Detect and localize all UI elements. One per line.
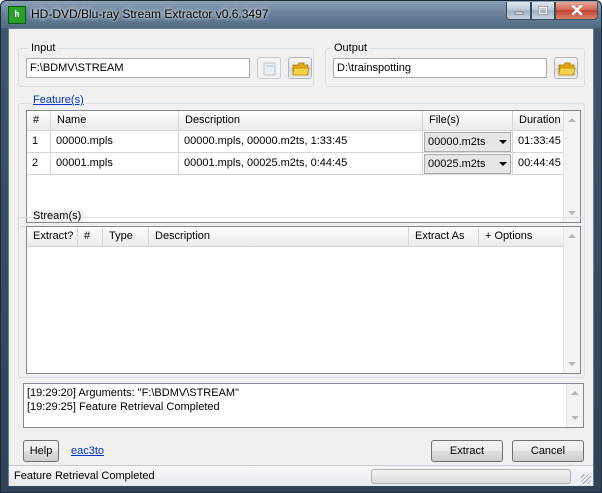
app-window: h HD-DVD/Blu-ray Stream Extractor v0.6.3… <box>0 0 602 493</box>
status-text: Feature Retrieval Completed <box>14 470 155 482</box>
features-link[interactable]: Feature(s) <box>32 94 85 106</box>
scroll-up-icon[interactable] <box>568 118 576 122</box>
column-header-files[interactable]: File(s) <box>423 111 513 131</box>
folder-icon <box>558 62 576 76</box>
column-header-duration[interactable]: Duration <box>513 111 565 131</box>
streams-table: Extract? # Type Description Extract As +… <box>26 226 581 374</box>
log-panel[interactable]: [19:29:20] Arguments: "F:\BDMV\STREAM" [… <box>23 383 584 428</box>
column-header-extract[interactable]: Extract? <box>27 227 78 247</box>
file-select-value: 00000.m2ts <box>428 136 486 148</box>
minimize-icon <box>514 11 523 15</box>
close-icon <box>571 4 582 16</box>
scroll-down-icon[interactable] <box>571 416 579 420</box>
output-path-field[interactable]: D:\trainspotting <box>333 58 547 78</box>
feature-duration: 00:44:45 <box>513 153 565 175</box>
column-header-type[interactable]: Type <box>103 227 149 247</box>
column-header-options[interactable]: + Options <box>479 227 565 247</box>
feature-file-cell: 00000.m2ts <box>423 131 513 153</box>
client-area: Input F:\BDMV\STREAM Output D:\trainspot… <box>8 28 594 486</box>
file-select-value: 00025.m2ts <box>428 158 486 170</box>
disc-drive-icon <box>263 62 276 76</box>
minimize-button[interactable] <box>506 2 531 20</box>
maximize-icon <box>538 6 548 15</box>
progress-bar <box>371 469 571 484</box>
folder-icon <box>292 62 310 76</box>
scroll-up-icon[interactable] <box>571 391 579 395</box>
features-table: # Name Description File(s) Duration 1 00… <box>26 110 581 223</box>
scroll-up-icon[interactable] <box>568 234 576 238</box>
status-bar: Feature Retrieval Completed <box>9 465 593 486</box>
chevron-down-icon <box>499 162 507 166</box>
column-header-number[interactable]: # <box>27 111 51 131</box>
scroll-down-icon[interactable] <box>568 211 576 215</box>
app-icon: h <box>8 6 26 24</box>
feature-duration: 01:33:45 <box>513 131 565 153</box>
close-button[interactable] <box>555 2 598 20</box>
scroll-down-icon[interactable] <box>568 362 576 366</box>
input-folder-button[interactable] <box>288 57 312 79</box>
streams-label: Stream(s) <box>31 210 84 222</box>
column-header-stream-description[interactable]: Description <box>149 227 409 247</box>
feature-name: 00001.mpls <box>51 153 179 175</box>
features-scrollbar[interactable] <box>563 111 580 222</box>
eac3to-link[interactable]: eac3to <box>71 445 104 457</box>
resize-grip-icon[interactable] <box>581 474 591 484</box>
input-path-field[interactable]: F:\BDMV\STREAM <box>26 58 250 78</box>
column-header-description[interactable]: Description <box>179 111 423 131</box>
input-label: Input <box>29 42 58 54</box>
output-folder-button[interactable] <box>554 57 578 79</box>
window-title: HD-DVD/Blu-ray Stream Extractor v0.6.349… <box>31 7 269 21</box>
table-row[interactable]: 2 00001.mpls 00001.mpls, 00025.m2ts, 0:4… <box>27 153 580 175</box>
title-bar[interactable]: h HD-DVD/Blu-ray Stream Extractor v0.6.3… <box>1 1 601 28</box>
cancel-button[interactable]: Cancel <box>512 440 584 462</box>
extract-button[interactable]: Extract <box>431 440 503 462</box>
file-select[interactable]: 00000.m2ts <box>424 132 511 152</box>
help-button[interactable]: Help <box>23 440 59 462</box>
feature-description: 00001.mpls, 00025.m2ts, 0:44:45 <box>179 153 423 175</box>
feature-description: 00000.mpls, 00000.m2ts, 1:33:45 <box>179 131 423 153</box>
log-line: [19:29:25] Feature Retrieval Completed <box>27 401 220 413</box>
column-header-stream-number[interactable]: # <box>78 227 103 247</box>
feature-name: 00000.mpls <box>51 131 179 153</box>
maximize-button[interactable] <box>531 2 555 20</box>
log-scrollbar[interactable] <box>566 384 583 427</box>
output-label: Output <box>332 42 370 54</box>
column-header-name[interactable]: Name <box>51 111 179 131</box>
disc-browse-button[interactable] <box>257 57 281 79</box>
table-row[interactable]: 1 00000.mpls 00000.mpls, 00000.m2ts, 1:3… <box>27 131 580 153</box>
feature-number: 1 <box>27 131 51 153</box>
chevron-down-icon <box>499 140 507 144</box>
column-header-extract-as[interactable]: Extract As <box>409 227 479 247</box>
feature-number: 2 <box>27 153 51 175</box>
feature-file-cell: 00025.m2ts <box>423 153 513 175</box>
file-select[interactable]: 00025.m2ts <box>424 154 511 174</box>
log-line: [19:29:20] Arguments: "F:\BDMV\STREAM" <box>27 387 239 399</box>
streams-scrollbar[interactable] <box>563 227 580 373</box>
